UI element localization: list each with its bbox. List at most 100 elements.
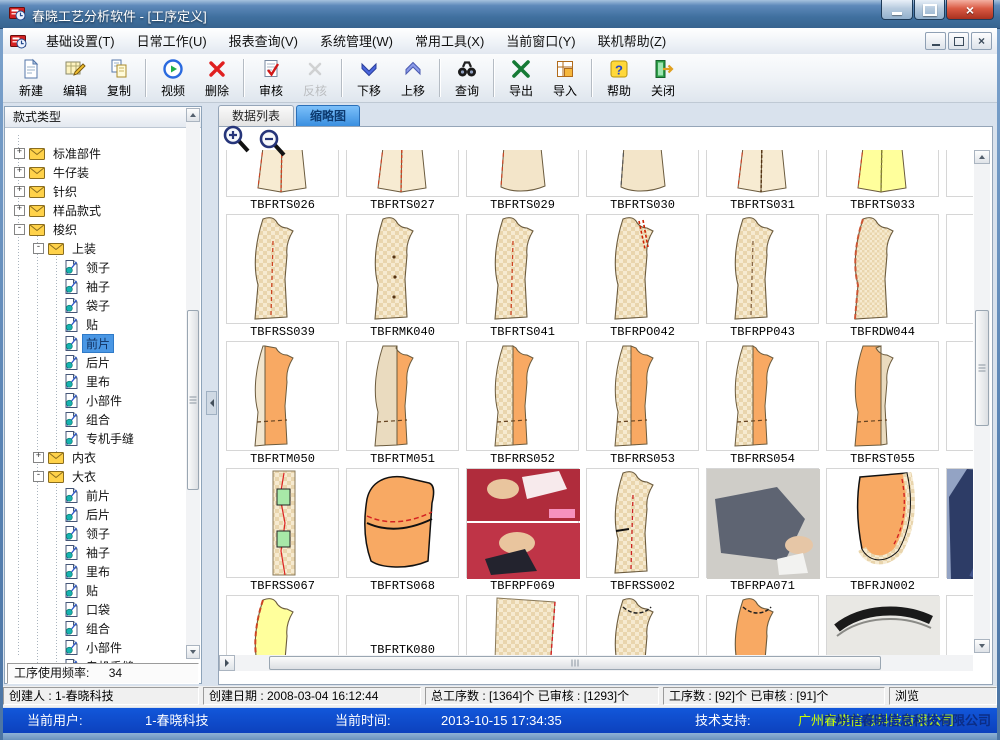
tree-item-前片[interactable]: 前片 (52, 486, 114, 505)
thumbnail-cell[interactable] (586, 595, 699, 655)
collapse-icon[interactable]: - (33, 243, 44, 254)
tree-item-标准部件[interactable]: +标准部件 (14, 144, 105, 163)
grid-vscrollbar-thumb[interactable] (975, 310, 989, 426)
tree-item-里布[interactable]: 里布 (52, 562, 114, 581)
thumbnail-cell[interactable] (946, 468, 973, 579)
mdi-minimize-icon[interactable] (925, 32, 946, 50)
tree-scroll-down-icon[interactable] (186, 645, 200, 659)
thumbnail-cell-TBFRPP043[interactable]: TBFRPP043 (706, 214, 819, 339)
tree-item-上装[interactable]: -上装 (33, 239, 100, 258)
panel-splitter[interactable] (202, 106, 218, 684)
collapse-sidebar-icon[interactable] (206, 391, 217, 415)
menu-item[interactable]: 基础设置(T) (35, 29, 126, 54)
thumbnail-cell-TBFRTS030[interactable]: TBFRTS030 (586, 150, 699, 212)
menu-item[interactable]: 日常工作(U) (126, 29, 218, 54)
thumbnail-cell-TBFRRS054[interactable]: TBFRRS054 (706, 341, 819, 466)
thumbnail-cell-TBFRTS031[interactable]: TBFRTS031 (706, 150, 819, 212)
tree-scrollbar-thumb[interactable] (187, 310, 199, 490)
tree-item-小部件[interactable]: 小部件 (52, 638, 126, 657)
tree-item-专机手缝[interactable]: 专机手缝 (52, 429, 138, 448)
thumbnail-cell-TBFRTS041[interactable]: TBFRTS041 (466, 214, 579, 339)
thumbnail-cell-TBFRTS029[interactable]: TBFRTS029 (466, 150, 579, 212)
thumbnail-cell-TBFRSS039[interactable]: TBFRSS039 (226, 214, 339, 339)
grid-scroll-right-icon[interactable] (219, 655, 235, 671)
tree-item-里布[interactable]: 里布 (52, 372, 114, 391)
thumbnail-cell-TBFRPO042[interactable]: TBFRPO042 (586, 214, 699, 339)
grid-vertical-scrollbar[interactable] (974, 150, 990, 653)
toolbar-button-编辑[interactable]: 编辑 (54, 56, 96, 100)
toolbar-button-新建[interactable]: 新建 (10, 56, 52, 100)
toolbar-button-删除[interactable]: 删除 (196, 56, 238, 100)
toolbar-button-上移[interactable]: 上移 (392, 56, 434, 100)
expand-icon[interactable]: + (14, 205, 25, 216)
toolbar-button-下移[interactable]: 下移 (348, 56, 390, 100)
toolbar-button-审核[interactable]: 审核 (250, 56, 292, 100)
thumbnail-cell-TBFRTS033[interactable]: TBFRTS033 (826, 150, 939, 212)
collapse-icon[interactable]: - (14, 224, 25, 235)
minimize-icon[interactable] (881, 0, 913, 20)
close-icon[interactable]: × (946, 0, 994, 20)
grid-scroll-up-icon[interactable] (974, 150, 990, 164)
mdi-restore-icon[interactable] (948, 32, 969, 50)
tree-item-针织[interactable]: +针织 (14, 182, 81, 201)
tree-item-领子[interactable]: 领子 (52, 258, 114, 277)
tree-item-口袋[interactable]: 口袋 (52, 600, 114, 619)
thumbnail-cell[interactable] (466, 595, 579, 655)
tab-data-list[interactable]: 数据列表 (218, 105, 294, 126)
mdi-close-icon[interactable]: × (971, 32, 992, 50)
tree-item-袋子[interactable]: 袋子 (52, 296, 114, 315)
tab-thumbnails[interactable]: 缩略图 (296, 105, 360, 126)
thumbnail-cell-TBFRTM051[interactable]: TBFRTM051 (346, 341, 459, 466)
grid-hscrollbar-thumb[interactable] (269, 656, 881, 670)
tree-item-后片[interactable]: 后片 (52, 505, 114, 524)
tree-item-小部件[interactable]: 小部件 (52, 391, 126, 410)
tree-item-内衣[interactable]: +内衣 (33, 448, 100, 467)
menu-item[interactable]: 报表查询(V) (218, 29, 309, 54)
thumbnail-cell-TBFRTK080[interactable]: TBFRTK080 (346, 595, 459, 655)
tree-item-大衣[interactable]: -大衣 (33, 467, 100, 486)
thumbnail-cell-TBFRJN002[interactable]: TBFRJN002 (826, 468, 939, 593)
zoom-out-icon[interactable] (258, 128, 288, 158)
toolbar-button-导出[interactable]: 导出 (500, 56, 542, 100)
thumbnail-cell[interactable] (826, 595, 939, 655)
maximize-icon[interactable] (914, 0, 945, 20)
thumbnail-cell-TBFRRS052[interactable]: TBFRRS052 (466, 341, 579, 466)
thumbnail-cell-TBFRRS053[interactable]: TBFRRS053 (586, 341, 699, 466)
tree-item-牛仔装[interactable]: +牛仔装 (14, 163, 93, 182)
toolbar-button-视频[interactable]: 视频 (152, 56, 194, 100)
thumbnail-cell-TBFRTS027[interactable]: TBFRTS027 (346, 150, 459, 212)
expand-icon[interactable]: + (14, 148, 25, 159)
zoom-in-icon[interactable] (222, 124, 252, 154)
thumbnail-cell-TBFRSS002[interactable]: TBFRSS002 (586, 468, 699, 593)
tree-scrollbar[interactable] (186, 108, 200, 659)
collapse-icon[interactable]: - (33, 471, 44, 482)
thumbnail-cell[interactable] (706, 595, 819, 655)
thumbnail-cell-TBFRTM050[interactable]: TBFRTM050 (226, 341, 339, 466)
tree-item-袖子[interactable]: 袖子 (52, 277, 114, 296)
toolbar-button-关闭[interactable]: 关闭 (642, 56, 684, 100)
thumbnail-cell[interactable] (226, 595, 339, 655)
tree-item-组合[interactable]: 组合 (52, 410, 114, 429)
expand-icon[interactable]: + (33, 452, 44, 463)
tree-item-贴[interactable]: 贴 (52, 315, 102, 334)
grid-horizontal-scrollbar[interactable] (219, 655, 973, 671)
thumbnail-cell-TBFRPA071[interactable]: TBFRPA071 (706, 468, 819, 593)
thumbnail-cell-TBFRDW044[interactable]: TBFRDW044 (826, 214, 939, 339)
menu-item[interactable]: 常用工具(X) (404, 29, 495, 54)
toolbar-button-查询[interactable]: 查询 (446, 56, 488, 100)
tree-item-梭织[interactable]: -梭织 (14, 220, 81, 239)
tree-item-后片[interactable]: 后片 (52, 353, 114, 372)
tree-item-样品款式[interactable]: +样品款式 (14, 201, 105, 220)
tree-item-领子[interactable]: 领子 (52, 524, 114, 543)
tree-item-组合[interactable]: 组合 (52, 619, 114, 638)
menu-item[interactable]: 系统管理(W) (309, 29, 404, 54)
tree-item-贴[interactable]: 贴 (52, 581, 102, 600)
thumbnail-cell-TBFRST055[interactable]: TBFRST055 (826, 341, 939, 466)
toolbar-button-复制[interactable]: 复制 (98, 56, 140, 100)
thumbnail-cell-TBFRSS067[interactable]: TBFRSS067 (226, 468, 339, 593)
thumbnail-cell-TBFRPF069[interactable]: TBFRPF069 (466, 468, 579, 593)
menu-item[interactable]: 当前窗口(Y) (495, 29, 586, 54)
thumbnail-cell-TBFRMK040[interactable]: TBFRMK040 (346, 214, 459, 339)
toolbar-button-导入[interactable]: 导入 (544, 56, 586, 100)
expand-icon[interactable]: + (14, 167, 25, 178)
